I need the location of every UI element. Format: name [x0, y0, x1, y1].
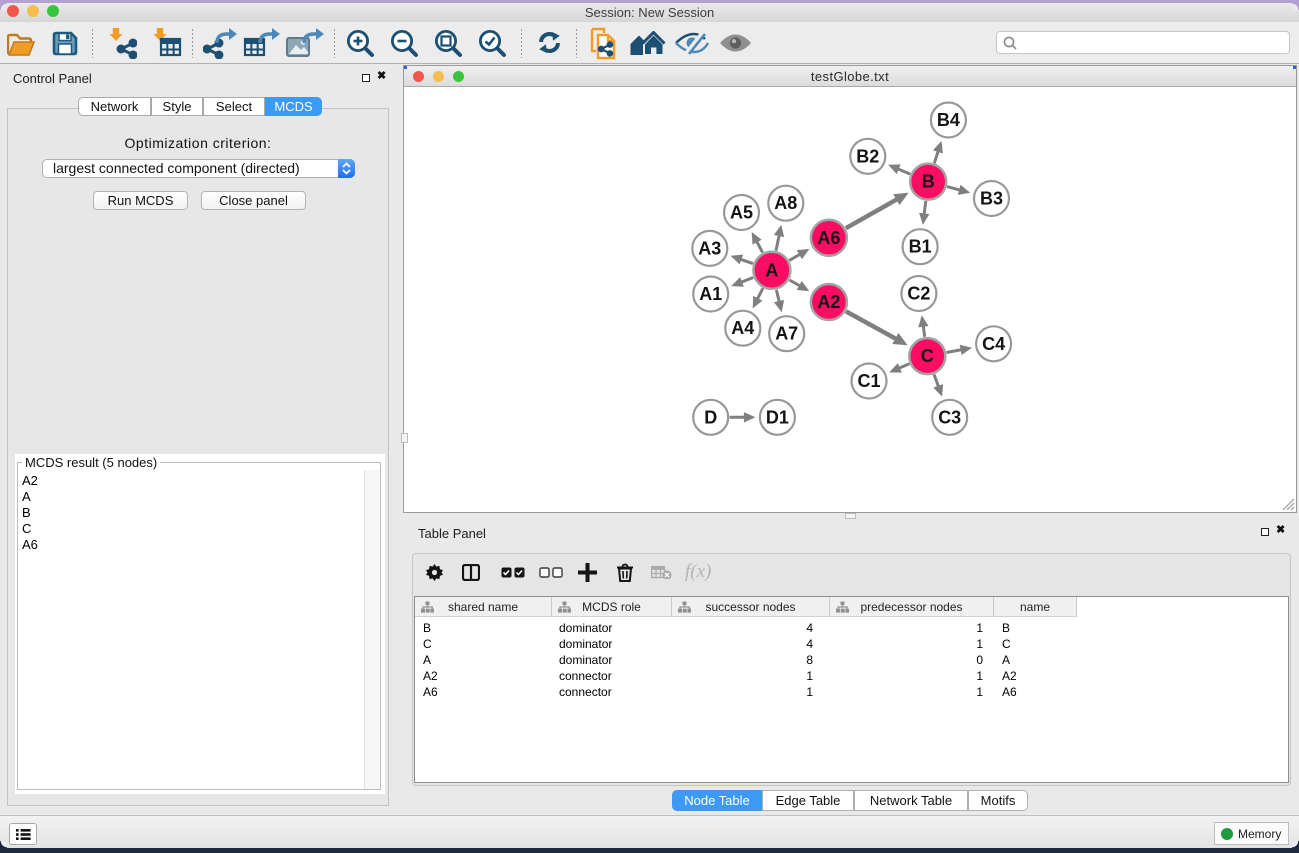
svg-text:D: D — [704, 407, 717, 427]
svg-text:D1: D1 — [766, 407, 789, 427]
svg-text:A4: A4 — [731, 318, 754, 338]
svg-text:A2: A2 — [817, 292, 840, 312]
svg-text:B3: B3 — [980, 189, 1003, 209]
svg-text:C: C — [921, 346, 934, 366]
svg-text:C1: C1 — [857, 371, 880, 391]
svg-text:A1: A1 — [699, 284, 722, 304]
svg-text:B1: B1 — [909, 237, 932, 257]
svg-text:A: A — [765, 260, 778, 280]
svg-text:B4: B4 — [937, 110, 960, 130]
svg-text:A3: A3 — [698, 238, 721, 258]
svg-text:C4: C4 — [982, 334, 1005, 354]
svg-text:C3: C3 — [938, 407, 961, 427]
svg-text:A5: A5 — [730, 203, 753, 223]
svg-text:B: B — [922, 172, 935, 192]
svg-text:A8: A8 — [774, 193, 797, 213]
svg-text:C2: C2 — [907, 284, 930, 304]
svg-text:A7: A7 — [775, 324, 798, 344]
svg-text:B2: B2 — [856, 146, 879, 166]
svg-text:A6: A6 — [817, 228, 840, 248]
